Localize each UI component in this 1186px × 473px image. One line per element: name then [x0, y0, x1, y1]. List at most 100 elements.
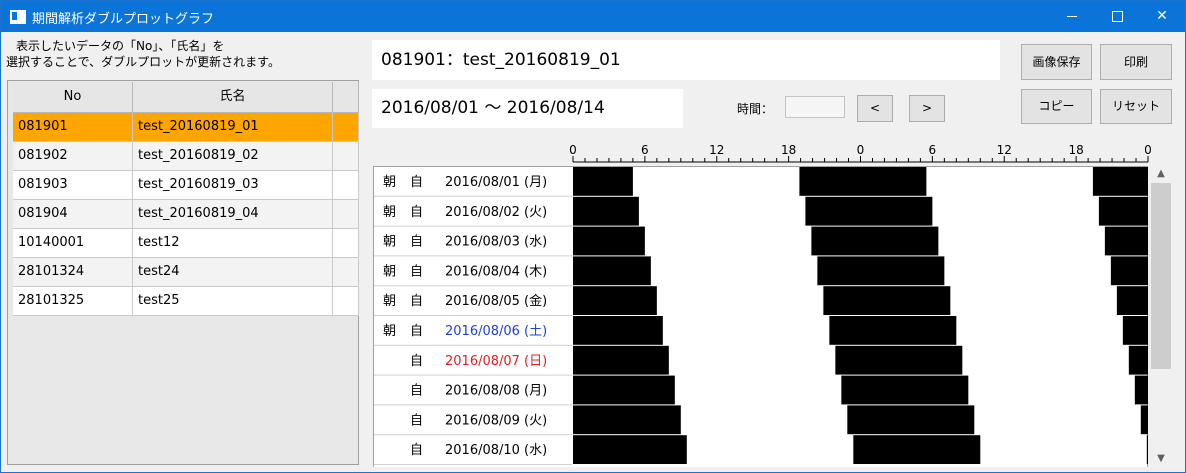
cell-no: 081901 — [13, 113, 133, 141]
minimize-button[interactable] — [1049, 1, 1095, 32]
sleep-bar — [860, 167, 927, 196]
column-header-name[interactable]: 氏名 — [133, 82, 333, 112]
app-icon — [10, 10, 26, 24]
sleep-bar — [1098, 196, 1148, 226]
cell-no: 081902 — [13, 142, 133, 170]
instruction-line-1: 表示したいデータの「No」、「氏名」を — [16, 39, 225, 53]
date-label: 2016/08/06 (土) — [445, 324, 547, 339]
reset-button[interactable]: リセット — [1100, 89, 1172, 124]
self-label: 自 — [410, 354, 423, 369]
sleep-bar — [573, 316, 663, 345]
tick-label: 18 — [1068, 143, 1083, 157]
morning-label: 朝 — [383, 294, 396, 309]
sleep-bar — [799, 167, 861, 196]
morning-label: 朝 — [383, 175, 396, 190]
window-title: 期間解析ダブルプロットグラフ — [32, 12, 215, 27]
column-header-no[interactable]: No — [13, 82, 133, 112]
sleep-bar — [853, 435, 861, 464]
date-label: 2016/08/08 (月) — [445, 384, 547, 399]
instruction-line-2: 選択することで、ダブルプロットが更新されます。 — [6, 55, 280, 69]
cell-extra — [333, 229, 359, 257]
sleep-bar — [835, 345, 861, 375]
table-row[interactable]: 081902 test_20160819_02 — [13, 142, 359, 171]
table-body: 081901 test_20160819_01 081902 test_2016081… — [13, 113, 359, 316]
cell-extra — [333, 200, 359, 228]
self-label: 自 — [410, 235, 423, 250]
sleep-bar — [805, 196, 861, 226]
cell-extra — [333, 113, 359, 141]
cell-name: test_20160819_03 — [133, 171, 333, 199]
table-row[interactable]: 081903 test_20160819_03 — [13, 171, 359, 200]
subject-table: No 氏名 081901 test_20160819_01 081902 test_2… — [7, 80, 359, 465]
sleep-bar — [823, 286, 861, 315]
sleep-bar — [573, 375, 675, 405]
time-label: 時間： — [737, 102, 774, 116]
prev-button[interactable]: < — [857, 95, 893, 122]
sleep-bar — [1122, 316, 1148, 345]
sleep-bar — [860, 196, 933, 226]
morning-label: 朝 — [383, 324, 396, 339]
cell-extra — [333, 258, 359, 286]
tick-label: 0 — [1144, 143, 1152, 157]
sleep-bar — [860, 286, 951, 315]
tick-label: 6 — [929, 143, 937, 157]
sleep-bar — [573, 405, 681, 435]
sleep-bar — [1134, 375, 1148, 405]
cell-no: 28101324 — [13, 258, 133, 286]
cell-extra — [333, 142, 359, 170]
date-label: 2016/08/05 (金) — [445, 293, 547, 309]
self-label: 自 — [410, 443, 423, 458]
save-image-button[interactable]: 画像保存 — [1021, 44, 1092, 80]
sleep-bar — [847, 405, 861, 435]
date-label: 2016/08/10 (水) — [445, 443, 547, 458]
table-row[interactable]: 28101324 test24 — [13, 258, 359, 287]
cell-extra — [333, 171, 359, 199]
subject-display: 081901：test_20160819_01 — [372, 40, 1000, 80]
date-label: 2016/08/04 (木) — [445, 264, 547, 279]
self-label: 自 — [410, 264, 423, 279]
sleep-bar — [1140, 405, 1148, 435]
scrollbar-thumb[interactable] — [1151, 183, 1171, 369]
sleep-bar — [817, 256, 861, 286]
sleep-bar — [860, 226, 939, 256]
table-row[interactable]: 10140001 test12 — [13, 229, 359, 258]
sleep-bar — [573, 435, 687, 464]
morning-label: 朝 — [383, 205, 396, 220]
close-button[interactable]: ✕ — [1139, 1, 1185, 32]
table-row[interactable]: 081904 test_20160819_04 — [13, 200, 359, 229]
self-label: 自 — [410, 413, 423, 428]
date-label: 2016/08/02 (火) — [445, 205, 547, 220]
cell-no: 10140001 — [13, 229, 133, 257]
morning-label: 朝 — [383, 264, 396, 279]
table-row[interactable]: 081901 test_20160819_01 — [13, 113, 359, 142]
print-button[interactable]: 印刷 — [1100, 44, 1172, 80]
sleep-bar — [860, 405, 975, 435]
copy-button[interactable]: コピー — [1021, 89, 1092, 124]
cell-name: test_20160819_04 — [133, 200, 333, 228]
double-plot-svg: 0 6 12 18 0 6 12 18 0朝自 2016/08/01 (月)朝自 2016/08/0… — [373, 143, 1152, 467]
cell-name: test_20160819_01 — [133, 113, 333, 141]
sleep-bar — [841, 375, 861, 405]
scroll-down-icon[interactable]: ▼ — [1150, 451, 1172, 467]
sleep-bar — [1104, 226, 1148, 256]
table-row[interactable]: 28101325 test25 — [13, 287, 359, 316]
next-button[interactable]: > — [909, 95, 945, 122]
time-input[interactable] — [785, 96, 845, 118]
self-label: 自 — [410, 294, 423, 309]
sleep-bar — [860, 316, 957, 345]
sleep-bar — [829, 316, 861, 345]
self-label: 自 — [410, 205, 423, 220]
cell-name: test25 — [133, 287, 333, 315]
maximize-button[interactable] — [1094, 1, 1140, 32]
column-header-extra[interactable] — [333, 82, 359, 112]
tick-label: 0 — [569, 143, 577, 157]
cell-name: test_20160819_02 — [133, 142, 333, 170]
scroll-up-icon[interactable]: ▲ — [1150, 166, 1172, 182]
cell-name: test12 — [133, 229, 333, 257]
sleep-bar — [860, 375, 969, 405]
tick-label: 6 — [641, 143, 649, 157]
sleep-bar — [1110, 256, 1148, 286]
cell-no: 28101325 — [13, 287, 133, 315]
vertical-scrollbar[interactable]: ▲ ▼ — [1150, 166, 1172, 467]
sleep-bar — [1128, 345, 1148, 375]
